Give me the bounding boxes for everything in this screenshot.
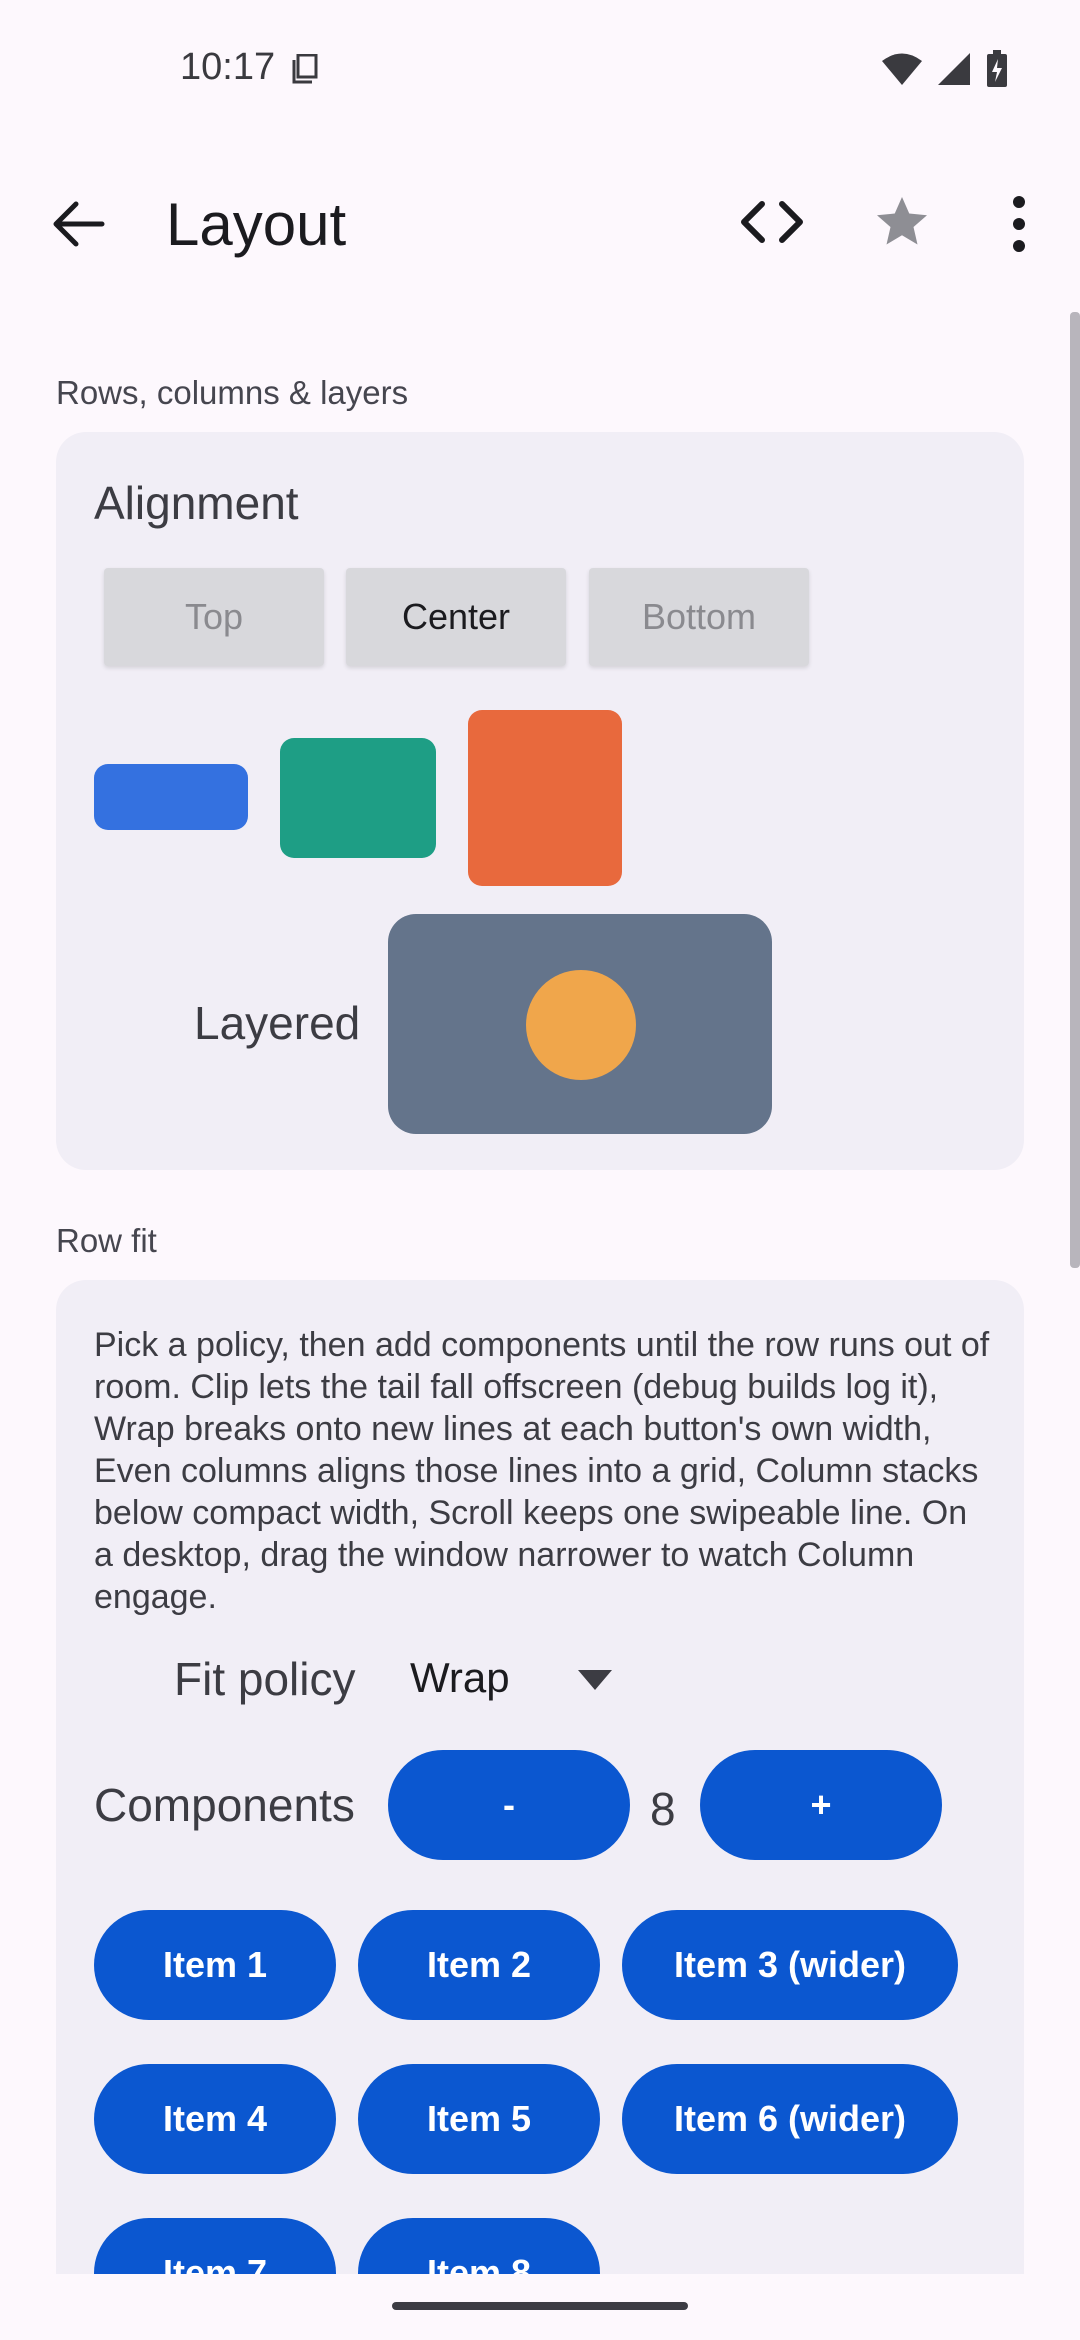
section-label-rows: Rows, columns & layers — [56, 374, 409, 411]
code-icon[interactable] — [740, 196, 804, 248]
item-button-3[interactable]: Item 3 (wider) — [622, 1910, 958, 2020]
scrollbar[interactable] — [1070, 312, 1080, 1268]
home-indicator[interactable] — [392, 2302, 688, 2310]
fit-policy-dropdown[interactable]: Wrap — [410, 1654, 510, 1702]
item-button-6[interactable]: Item 6 (wider) — [622, 2064, 958, 2174]
status-icons — [882, 50, 1008, 88]
item-button-7[interactable]: Item 7 — [94, 2218, 336, 2274]
item-button-2[interactable]: Item 2 — [358, 1910, 600, 2020]
back-arrow-icon[interactable] — [48, 196, 108, 252]
sample-box-teal — [280, 738, 436, 858]
alignment-title: Alignment — [94, 477, 299, 529]
dropdown-caret-icon[interactable] — [578, 1670, 612, 1690]
item-button-5[interactable]: Item 5 — [358, 2064, 600, 2174]
item-button-1[interactable]: Item 1 — [94, 1910, 336, 2020]
page-title: Layout — [166, 191, 347, 258]
items-row: Item 1 Item 2 Item 3 (wider) Item 4 Item… — [56, 1900, 1024, 2274]
component-count: 8 — [650, 1783, 676, 1835]
item-button-4[interactable]: Item 4 — [94, 2064, 336, 2174]
sample-box-blue — [94, 764, 248, 830]
align-top-button[interactable]: Top — [104, 568, 324, 666]
align-center-button[interactable]: Center — [346, 568, 566, 666]
copy-icon — [292, 54, 318, 84]
status-time: 10:17 — [180, 46, 276, 88]
battery-charging-icon — [987, 50, 1007, 87]
section-label-row-fit: Row fit — [56, 1222, 157, 1259]
signal-icon — [938, 53, 970, 85]
layered-label: Layered — [194, 997, 361, 1049]
layered-dot — [526, 970, 636, 1080]
star-icon[interactable] — [872, 192, 932, 252]
decrement-button[interactable]: - — [388, 1750, 630, 1860]
sample-box-orange — [468, 710, 622, 886]
increment-button[interactable]: + — [700, 1750, 942, 1860]
item-button-8[interactable]: Item 8 — [358, 2218, 600, 2274]
more-vert-icon[interactable] — [1004, 192, 1034, 256]
wifi-icon — [882, 53, 922, 85]
align-bottom-button[interactable]: Bottom — [589, 568, 809, 666]
components-label: Components — [94, 1779, 355, 1831]
row-fit-description: Pick a policy, then add components until… — [94, 1326, 990, 1616]
fit-policy-label: Fit policy — [174, 1653, 356, 1705]
